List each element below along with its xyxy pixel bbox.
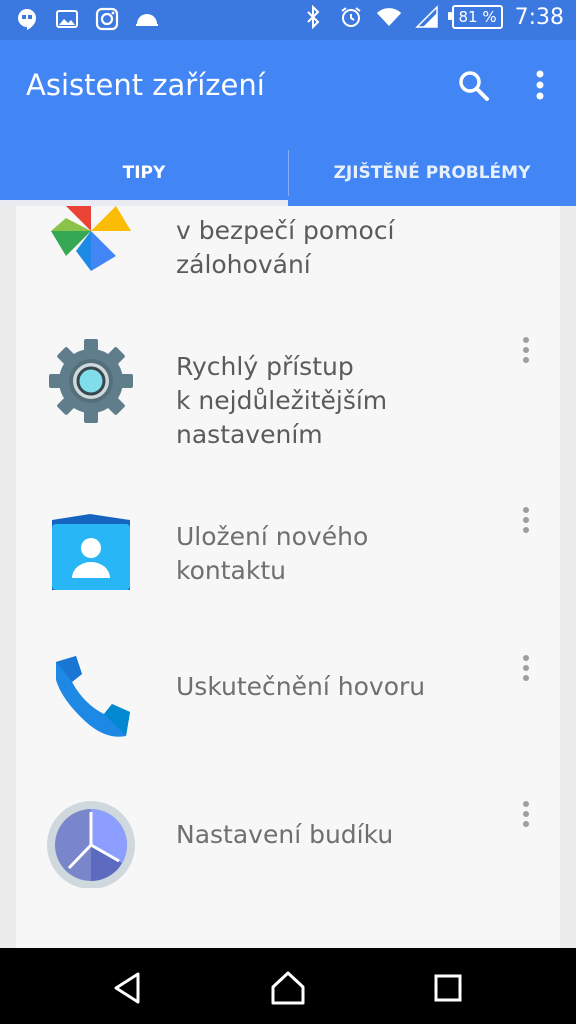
more-vert-icon	[523, 801, 529, 827]
tab-detected-problems[interactable]: ZJIŠTĚNÉ PROBLÉMY	[288, 140, 576, 206]
app-title: Asistent zařízení	[26, 68, 265, 102]
photos-pinwheel-icon	[46, 206, 136, 276]
list-item[interactable]: Uložení nového kontaktu	[16, 496, 560, 616]
more-options-button[interactable]	[524, 68, 556, 104]
back-icon	[114, 972, 140, 1004]
tip-title: v bezpečí pomocí zálohování	[176, 216, 395, 279]
gallery-icon	[54, 6, 80, 32]
phone-icon	[46, 652, 136, 742]
system-status-icons: 81 % 7:38	[300, 4, 564, 30]
contacts-icon	[46, 506, 136, 596]
search-button[interactable]	[456, 68, 492, 104]
more-vert-icon	[523, 337, 529, 363]
hangouts-icon	[14, 6, 40, 32]
tip-title: Uložení nového kontaktu	[176, 522, 369, 585]
item-more-button[interactable]	[516, 800, 536, 830]
item-more-button[interactable]	[516, 654, 536, 684]
recents-button[interactable]	[428, 968, 468, 1008]
cloud-icon	[134, 6, 160, 32]
bluetooth-icon	[300, 4, 326, 30]
tips-card: v bezpečí pomocí zálohování Rychlý příst…	[16, 206, 560, 948]
list-item[interactable]: Nastavení budíku	[16, 796, 560, 906]
cell-signal-icon	[414, 4, 440, 30]
tab-tipy[interactable]: TIPY	[0, 140, 288, 206]
alarm-icon	[338, 4, 364, 30]
search-icon	[459, 71, 489, 101]
settings-gear-icon	[46, 336, 136, 426]
more-vert-icon	[523, 655, 529, 681]
instagram-icon	[94, 6, 120, 32]
navigation-bar	[0, 948, 576, 1024]
clock-icon	[46, 798, 136, 889]
home-button[interactable]	[268, 968, 308, 1008]
tip-title: Nastavení budíku	[176, 820, 394, 849]
item-more-button[interactable]	[516, 506, 536, 536]
more-vert-icon	[536, 70, 544, 100]
tip-title: Uskutečnění hovoru	[176, 672, 426, 701]
status-clock: 7:38	[514, 4, 564, 30]
recents-icon	[434, 974, 462, 1002]
back-button[interactable]	[108, 968, 148, 1008]
tip-title: Rychlý přístup k nejdůležitějším nastave…	[176, 352, 388, 449]
list-item[interactable]: Uskutečnění hovoru	[16, 646, 560, 746]
list-item[interactable]: Rychlý přístup k nejdůležitějším nastave…	[16, 316, 560, 486]
home-icon	[271, 971, 305, 1005]
notification-icons	[14, 6, 160, 32]
status-bar: 81 % 7:38	[0, 0, 576, 40]
list-item[interactable]: v bezpečí pomocí zálohování	[16, 206, 560, 296]
wifi-icon	[376, 4, 402, 30]
app-bar: Asistent zařízení TIPY ZJIŠTĚNÉ PROBLÉMY	[0, 40, 576, 206]
more-vert-icon	[523, 507, 529, 533]
battery-indicator: 81 %	[448, 5, 503, 29]
item-more-button[interactable]	[516, 336, 536, 366]
